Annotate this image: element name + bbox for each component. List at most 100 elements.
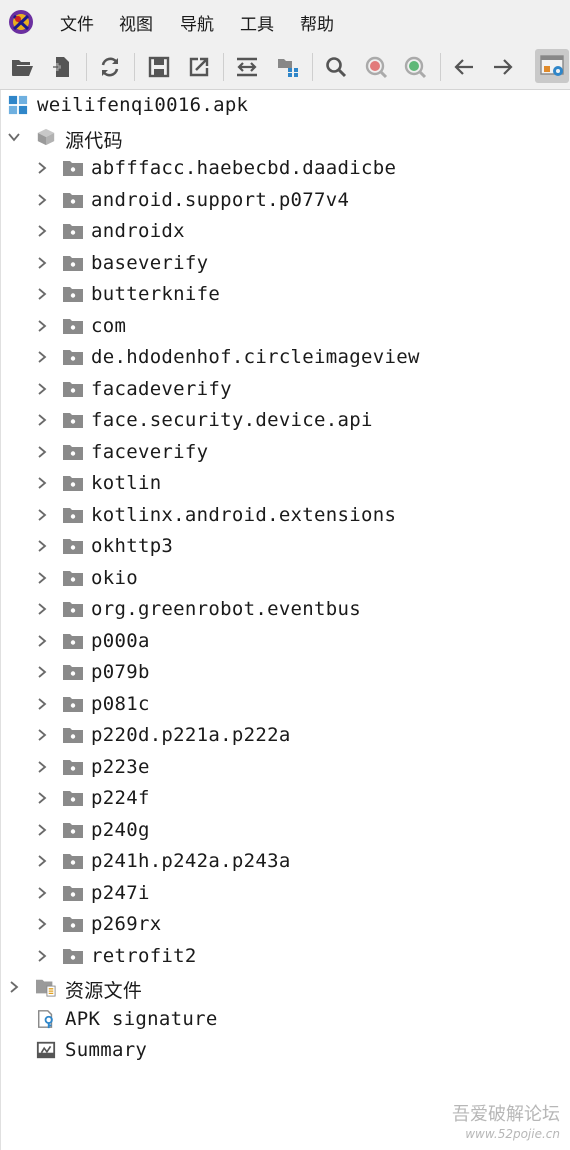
chevron-right-icon[interactable] [35, 256, 49, 270]
package-folder-icon [63, 507, 83, 523]
tree-package-node[interactable]: baseverify [1, 248, 570, 279]
chevron-right-icon[interactable] [35, 571, 49, 585]
tree-package-node[interactable]: facadeverify [1, 374, 570, 405]
chevron-right-icon[interactable] [35, 949, 49, 963]
tree-package-node[interactable]: androidx [1, 216, 570, 247]
tree-package-node[interactable]: p220d.p221a.p222a [1, 720, 570, 751]
chevron-right-icon[interactable] [35, 760, 49, 774]
tree-package-node[interactable]: p269rx [1, 909, 570, 940]
find-usage-button[interactable] [400, 52, 430, 82]
tree-node-label: de.hdodenhof.circleimageview [91, 346, 420, 368]
tree-node-label: butterknife [91, 283, 221, 305]
tree-package-node[interactable]: kotlinx.android.extensions [1, 500, 570, 531]
chevron-right-icon[interactable] [35, 728, 49, 742]
export-button[interactable] [184, 52, 214, 82]
summary-icon [36, 1041, 56, 1059]
sync-icon [101, 57, 119, 77]
package-folder-icon [63, 570, 83, 586]
tree-package-node[interactable]: p240g [1, 815, 570, 846]
save-button[interactable] [144, 52, 174, 82]
tree-package-node[interactable]: faceverify [1, 437, 570, 468]
chevron-right-icon[interactable] [35, 445, 49, 459]
watermark: 吾爱破解论坛 www.52pojie.cn [452, 1104, 560, 1142]
chevron-right-icon[interactable] [35, 350, 49, 364]
tree-node-label: com [91, 314, 127, 337]
forward-button[interactable] [488, 52, 518, 82]
export-icon [189, 57, 209, 77]
tree-node-label: p223e [91, 755, 150, 778]
chevron-right-icon[interactable] [35, 382, 49, 396]
menu-navigate[interactable]: 导航 [180, 10, 214, 35]
package-folder-icon [63, 854, 83, 869]
tree-package-node[interactable]: p079b [1, 657, 570, 688]
chevron-right-icon[interactable] [35, 508, 49, 522]
tree-package-node[interactable]: okhttp3 [1, 531, 570, 562]
chevron-right-icon[interactable] [7, 980, 21, 994]
chevron-right-icon[interactable] [35, 161, 49, 175]
chevron-right-icon[interactable] [35, 539, 49, 553]
menu-view[interactable]: 视图 [119, 10, 153, 35]
project-tree[interactable]: weilifenqi0016.apk 源代码 abfffacc.haebecbd.d… [0, 90, 570, 1150]
chevron-right-icon[interactable] [35, 697, 49, 711]
chevron-right-icon[interactable] [35, 287, 49, 301]
tree-package-node[interactable]: org.greenrobot.eventbus [1, 594, 570, 625]
chevron-right-icon[interactable] [35, 917, 49, 931]
tree-package-node[interactable]: butterknife [1, 279, 570, 310]
tree-node-label: okio [91, 566, 138, 589]
tree-package-node[interactable]: p247i [1, 878, 570, 909]
tree-package-node[interactable]: p223e [1, 752, 570, 783]
tree-package-node[interactable]: retrofit2 [1, 941, 570, 972]
tree-package-node[interactable]: kotlin [1, 468, 570, 499]
tree-node-label: abfffacc.haebecbd.daadicbe [91, 157, 397, 179]
preferences-button[interactable] [535, 49, 569, 83]
tree-node-label: faceverify [91, 440, 209, 463]
menu-tools[interactable]: 工具 [240, 10, 274, 35]
search-button[interactable] [321, 52, 351, 82]
chevron-right-icon[interactable] [35, 886, 49, 900]
menu-help[interactable]: 帮助 [300, 10, 334, 35]
tree-resources-node[interactable]: 资源文件 [1, 972, 570, 1003]
chevron-right-icon[interactable] [35, 665, 49, 679]
tree-signature-node[interactable]: APK signature [1, 1004, 570, 1035]
signature-key-icon [38, 1009, 53, 1028]
chevron-down-icon[interactable] [7, 130, 21, 144]
tree-node-label: p247i [91, 881, 150, 904]
tree-package-node[interactable]: de.hdodenhof.circleimageview [1, 342, 570, 373]
back-button[interactable] [449, 52, 479, 82]
tree-source-node[interactable]: 源代码 [1, 122, 570, 153]
chevron-right-icon[interactable] [35, 823, 49, 837]
toolbar-separator [223, 53, 224, 81]
flatten-packages-icon [237, 57, 257, 77]
tree-package-node[interactable]: p081c [1, 689, 570, 720]
tree-node-label: 源代码 [65, 129, 123, 152]
open-folder-button[interactable] [7, 52, 37, 82]
chevron-right-icon[interactable] [35, 413, 49, 427]
menu-file[interactable]: 文件 [60, 10, 94, 35]
tree-package-node[interactable]: face.security.device.api [1, 405, 570, 436]
chevron-right-icon[interactable] [35, 602, 49, 616]
chevron-right-icon[interactable] [35, 634, 49, 648]
tree-root-node[interactable]: weilifenqi0016.apk [1, 90, 570, 121]
tree-package-node[interactable]: abfffacc.haebecbd.daadicbe [1, 153, 570, 184]
find-class-button[interactable] [361, 52, 391, 82]
tree-package-node[interactable]: p000a [1, 626, 570, 657]
tree-node-label: retrofit2 [91, 944, 197, 967]
chevron-right-icon[interactable] [35, 319, 49, 333]
tree-package-node[interactable]: android.support.p077v4 [1, 185, 570, 216]
tree-package-node[interactable]: p224f [1, 783, 570, 814]
sync-tree-button[interactable] [273, 52, 303, 82]
watermark-title: 吾爱破解论坛 [452, 1104, 560, 1125]
tree-package-node[interactable]: com [1, 311, 570, 342]
add-file-button[interactable] [47, 52, 77, 82]
tree-package-node[interactable]: okio [1, 563, 570, 594]
chevron-right-icon[interactable] [35, 224, 49, 238]
chevron-right-icon[interactable] [35, 791, 49, 805]
chevron-right-icon[interactable] [35, 193, 49, 207]
package-folder-icon [63, 791, 83, 806]
chevron-right-icon[interactable] [35, 476, 49, 490]
tree-package-node[interactable]: p241h.p242a.p243a [1, 846, 570, 877]
tree-summary-node[interactable]: Summary [1, 1035, 570, 1066]
flatten-packages-button[interactable] [232, 52, 262, 82]
chevron-right-icon[interactable] [35, 854, 49, 868]
reload-button[interactable] [95, 52, 125, 82]
